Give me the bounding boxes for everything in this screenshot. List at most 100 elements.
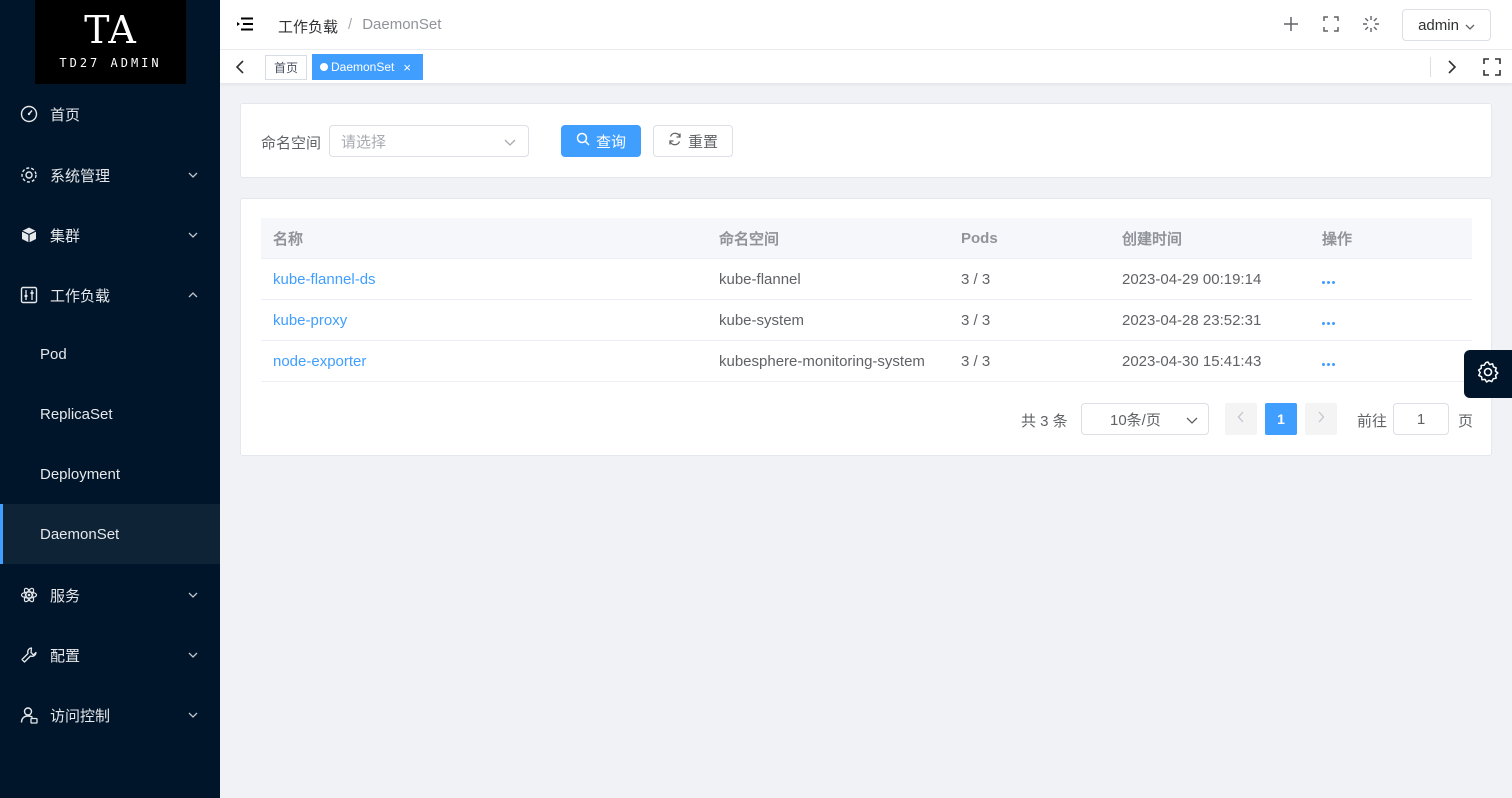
sidebar-subitem-label: Pod	[40, 345, 67, 363]
menu-fold-icon[interactable]	[236, 15, 256, 35]
column-header-name: 名称	[273, 230, 304, 248]
plus-icon[interactable]	[1280, 13, 1302, 35]
user-lock-icon	[19, 705, 39, 725]
sidebar-subitem-deployment[interactable]: Deployment	[0, 444, 220, 504]
search-icon	[576, 132, 590, 150]
sidebar-subitem-replicaset[interactable]: ReplicaSet	[0, 384, 220, 444]
breadcrumb-separator: /	[348, 16, 353, 33]
daemonset-name-link[interactable]: kube-proxy	[273, 312, 347, 329]
sidebar: TA TD27 ADMIN 首页 系统管理 集群 工作负载 Pod Replic…	[0, 0, 220, 798]
breadcrumb-item[interactable]: 工作负载	[278, 16, 338, 37]
tab-home[interactable]: 首页	[265, 55, 307, 80]
tabs-scroll-left-icon[interactable]	[230, 57, 250, 77]
namespace-cell: kube-system	[719, 311, 805, 329]
more-actions-icon[interactable]	[1322, 362, 1335, 366]
query-button[interactable]: 查询	[561, 125, 641, 157]
tabs-scroll-right-icon[interactable]	[1442, 57, 1462, 77]
namespace-select-placeholder: 请选择	[341, 133, 387, 151]
page-number-button[interactable]: 1	[1265, 403, 1297, 435]
column-header-actions: 操作	[1322, 230, 1353, 248]
active-dot-icon	[320, 63, 328, 71]
daemonset-name-link[interactable]: kube-flannel-ds	[273, 271, 376, 288]
sidebar-item-workload[interactable]: 工作负载	[0, 265, 220, 325]
top-header: 工作负载 / DaemonSet admin	[220, 0, 1512, 50]
sidebar-item-system[interactable]: 系统管理	[0, 145, 220, 205]
sidebar-item-label: 集群	[50, 227, 81, 245]
column-header-namespace: 命名空间	[719, 230, 780, 248]
column-header-created: 创建时间	[1122, 230, 1183, 248]
settings-button[interactable]	[1464, 350, 1512, 398]
query-button-label: 查询	[595, 133, 626, 151]
logo-title: TA	[84, 8, 137, 52]
chevron-down-icon	[186, 588, 200, 602]
sidebar-item-access-control[interactable]: 访问控制	[0, 685, 220, 745]
fullscreen-icon[interactable]	[1320, 13, 1342, 35]
sliders-icon	[19, 285, 39, 305]
namespace-select[interactable]: 请选择	[329, 125, 529, 157]
created-cell: 2023-04-29 00:19:14	[1122, 270, 1262, 288]
table-row: node-exporter kubesphere-monitoring-syst…	[261, 341, 1472, 382]
pods-cell: 3 / 3	[961, 352, 991, 370]
user-name: admin	[1418, 16, 1459, 34]
sidebar-subitem-daemonset[interactable]: DaemonSet	[0, 504, 220, 564]
reset-button-label: 重置	[687, 133, 718, 151]
created-cell: 2023-04-28 23:52:31	[1122, 311, 1262, 329]
sidebar-item-cluster[interactable]: 集群	[0, 205, 220, 265]
pods-cell: 3 / 3	[961, 270, 991, 288]
chevron-down-icon	[186, 228, 200, 242]
atom-icon	[19, 585, 39, 605]
goto-page-input[interactable]: 1	[1393, 403, 1449, 435]
sidebar-subitem-label: DaemonSet	[40, 525, 120, 543]
user-dropdown[interactable]: admin	[1402, 9, 1491, 41]
chevron-down-icon	[186, 708, 200, 722]
gear-icon	[19, 165, 39, 185]
chevron-down-icon	[504, 135, 516, 152]
chevron-down-icon	[1186, 413, 1198, 430]
chevron-up-icon	[186, 288, 200, 302]
pagination: 共 3 条 10条/页 1 前往 1 页	[241, 403, 1493, 435]
sidebar-item-config[interactable]: 配置	[0, 625, 220, 685]
logo-subtitle: TD27 ADMIN	[59, 56, 162, 70]
sidebar-subitem-pod[interactable]: Pod	[0, 324, 220, 384]
sidebar-subitem-label: Deployment	[40, 465, 121, 483]
reset-button[interactable]: 重置	[653, 125, 733, 157]
sidebar-item-home[interactable]: 首页	[0, 84, 220, 144]
tags-view-bar: 首页 DaemonSet ×	[220, 50, 1512, 84]
chevron-down-icon	[186, 168, 200, 182]
table-row: kube-proxy kube-system 3 / 3 2023-04-28 …	[261, 300, 1472, 341]
next-page-button[interactable]	[1305, 403, 1337, 435]
close-icon[interactable]: ×	[403, 61, 411, 74]
refresh-loading-icon[interactable]	[1360, 13, 1382, 35]
daemonset-name-link[interactable]: node-exporter	[273, 353, 366, 370]
sidebar-item-label: 首页	[50, 106, 81, 124]
tab-label: 首页	[273, 61, 298, 75]
cube-icon	[19, 225, 39, 245]
maximize-icon[interactable]	[1482, 57, 1502, 77]
pagination-total: 共 3 条	[1021, 413, 1068, 430]
chevron-right-icon	[1317, 410, 1325, 428]
sidebar-subitem-label: ReplicaSet	[40, 405, 113, 423]
page-size-select[interactable]: 10条/页	[1081, 403, 1209, 435]
pods-cell: 3 / 3	[961, 311, 991, 329]
chevron-down-icon	[186, 648, 200, 662]
namespace-cell: kubesphere-monitoring-system	[719, 352, 925, 370]
tab-daemonset[interactable]: DaemonSet ×	[312, 54, 423, 80]
gear-icon	[1476, 360, 1500, 389]
created-cell: 2023-04-30 15:41:43	[1122, 352, 1262, 370]
chevron-down-icon	[1465, 17, 1475, 34]
sidebar-item-label: 配置	[50, 647, 81, 665]
more-actions-icon[interactable]	[1322, 321, 1335, 325]
wrench-icon	[19, 645, 39, 665]
chevron-left-icon	[1237, 410, 1245, 428]
table-row: kube-flannel-ds kube-flannel 3 / 3 2023-…	[261, 259, 1472, 300]
daemonset-table: 名称 命名空间 Pods 创建时间 操作 kube-flannel-ds kub…	[261, 218, 1472, 382]
table-panel: 名称 命名空间 Pods 创建时间 操作 kube-flannel-ds kub…	[240, 198, 1492, 456]
sidebar-item-service[interactable]: 服务	[0, 565, 220, 625]
goto-unit: 页	[1458, 413, 1474, 430]
dashboard-icon	[19, 104, 39, 124]
prev-page-button[interactable]	[1225, 403, 1257, 435]
sidebar-item-label: 服务	[50, 587, 81, 605]
namespace-label: 命名空间	[261, 135, 322, 152]
more-actions-icon[interactable]	[1322, 280, 1335, 284]
namespace-cell: kube-flannel	[719, 270, 801, 288]
